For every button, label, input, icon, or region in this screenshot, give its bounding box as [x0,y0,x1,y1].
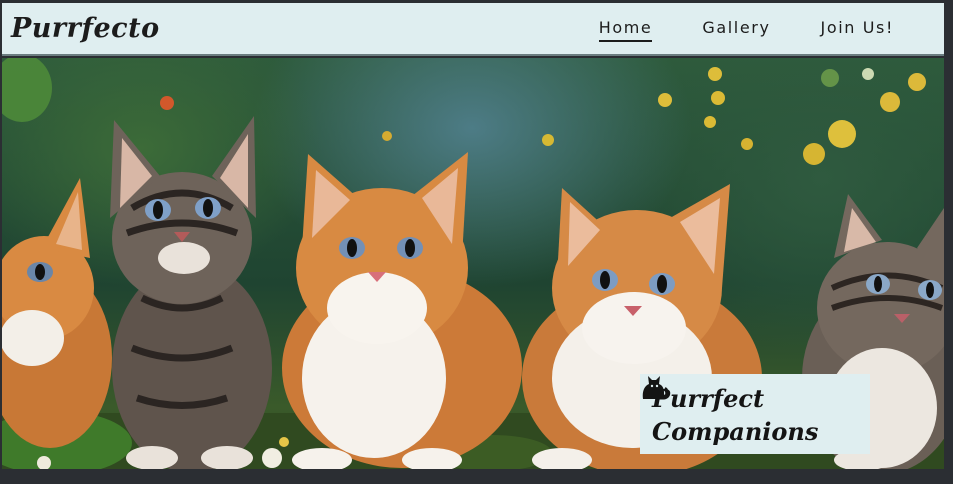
page-frame: Purrfecto Home Gallery Join Us! Purrfect… [2,3,944,469]
nav-link-home[interactable]: Home [598,18,653,42]
hero-caption-box: Purrfect Companions [640,374,870,454]
hero-caption-line2: Companions [652,417,819,446]
cat-icon [642,376,668,399]
nav-menu: Home Gallery Join Us! [598,3,944,56]
brand-logo[interactable]: Purrfecto [11,13,160,44]
nav-link-gallery[interactable]: Gallery [702,18,770,42]
hero-caption: Purrfect Companions [642,376,858,448]
navbar: Purrfecto Home Gallery Join Us! [2,3,944,56]
hero-caption-line1: Purrfect [652,384,765,413]
hero-banner: Purrfect Companions [2,58,944,469]
nav-link-join-us[interactable]: Join Us! [821,18,894,42]
